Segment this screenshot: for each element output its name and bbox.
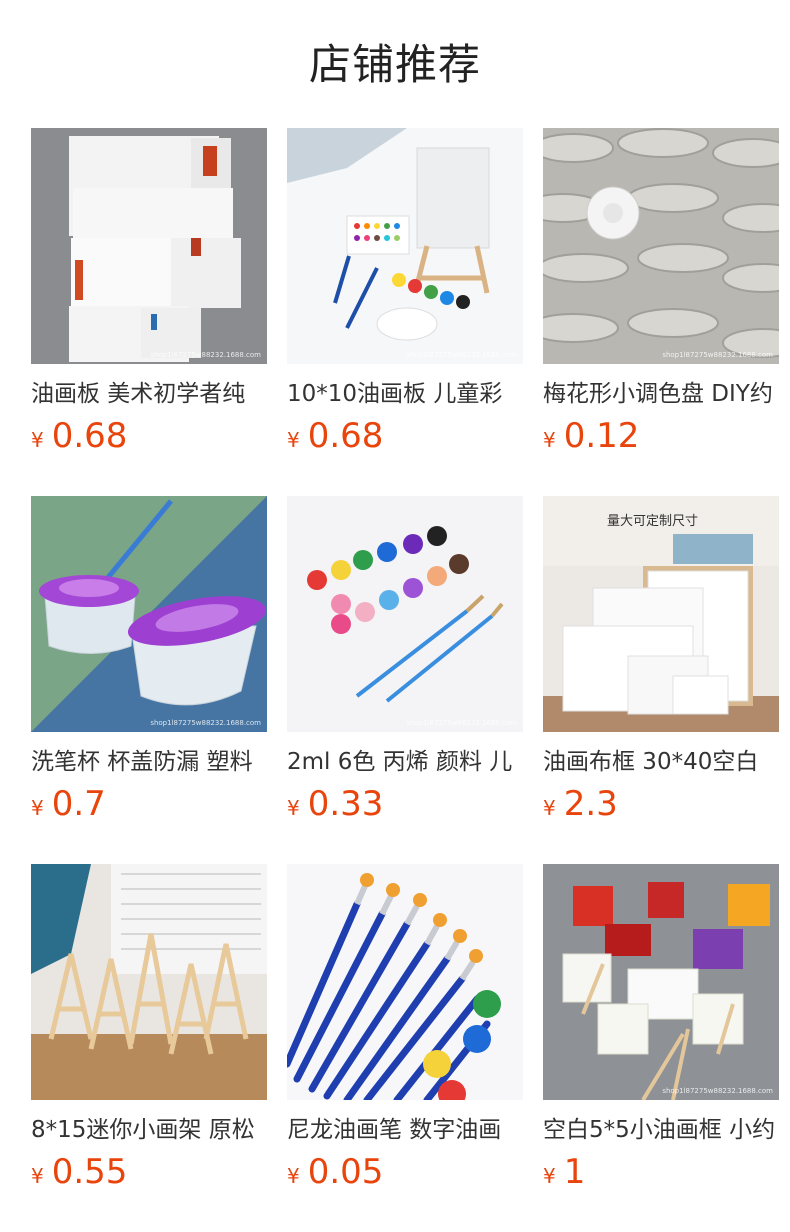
currency-symbol: ¥: [287, 1164, 300, 1188]
image-overlay-text: 量大可定制尺寸: [607, 514, 699, 529]
currency-symbol: ¥: [543, 428, 556, 452]
product-name[interactable]: 空白5*5小油画框 小约: [543, 1114, 779, 1146]
canvas-boards-photo[interactable]: shop1l87275w88232.1688.com: [31, 128, 267, 364]
product-name[interactable]: 10*10油画板 儿童彩: [287, 378, 523, 410]
product-price: ¥0.12: [543, 416, 779, 456]
currency-symbol: ¥: [287, 428, 300, 452]
watermark: shop1l87275w88232.1688.com: [150, 719, 261, 727]
price-value: 0.05: [307, 1152, 384, 1192]
product-name[interactable]: 2ml 6色 丙烯 颜料 儿: [287, 746, 523, 778]
product-price: ¥0.68: [31, 416, 267, 456]
product-name[interactable]: 油画板 美术初学者纯: [31, 378, 267, 410]
product-card[interactable]: shop1l87275w88232.1688.com 洗笔杯 杯盖防漏 塑料 ¥…: [31, 496, 267, 864]
watermark: shop1l87275w88232.1688.com: [662, 351, 773, 359]
watermark: shop1l87275w88232.1688.com: [150, 351, 261, 359]
product-price: ¥2.3: [543, 784, 779, 824]
price-value: 1: [563, 1152, 586, 1192]
product-name[interactable]: 8*15迷你小画架 原松: [31, 1114, 267, 1146]
product-card[interactable]: shop1l87275w88232.1688.com 2ml 6色 丙烯 颜料 …: [287, 496, 523, 864]
product-price: ¥0.7: [31, 784, 267, 824]
palette-stack-photo[interactable]: shop1l87275w88232.1688.com: [543, 128, 779, 364]
product-name[interactable]: 油画布框 30*40空白: [543, 746, 779, 778]
currency-symbol: ¥: [31, 1164, 44, 1188]
product-card[interactable]: 8*15迷你小画架 原松 ¥0.55: [31, 864, 267, 1232]
paint-pots-photo[interactable]: shop1l87275w88232.1688.com: [287, 496, 523, 732]
product-card[interactable]: shop1l87275w88232.1688.com 空白5*5小油画框 小约 …: [543, 864, 779, 1232]
product-price: ¥0.05: [287, 1152, 523, 1192]
mini-canvas-easels-photo[interactable]: shop1l87275w88232.1688.com: [543, 864, 779, 1100]
product-card[interactable]: shop1l87275w88232.1688.com 油画板 美术初学者纯 ¥0…: [31, 128, 267, 496]
product-price: ¥1: [543, 1152, 779, 1192]
product-price: ¥0.68: [287, 416, 523, 456]
product-price: ¥0.33: [287, 784, 523, 824]
price-value: 0.33: [307, 784, 384, 824]
currency-symbol: ¥: [543, 1164, 556, 1188]
product-name[interactable]: 洗笔杯 杯盖防漏 塑料: [31, 746, 267, 778]
currency-symbol: ¥: [31, 796, 44, 820]
product-name[interactable]: 梅花形小调色盘 DIY约: [543, 378, 779, 410]
price-value: 0.55: [51, 1152, 128, 1192]
mini-canvas-kit-photo[interactable]: shop1l87275w88232.1688.com: [287, 128, 523, 364]
page-title: 店铺推荐: [308, 40, 481, 89]
product-card[interactable]: shop1l87275w88232.1688.com 梅花形小调色盘 DIY约 …: [543, 128, 779, 496]
currency-symbol: ¥: [543, 796, 556, 820]
watermark: shop1l87275w88232.1688.com: [406, 351, 517, 359]
canvas-frames-photo[interactable]: 量大可定制尺寸: [543, 496, 779, 732]
product-name[interactable]: 尼龙油画笔 数字油画: [287, 1114, 523, 1146]
product-card[interactable]: 量大可定制尺寸 油画布框 30*40空白 ¥2.3: [543, 496, 779, 864]
price-value: 0.68: [307, 416, 384, 456]
brush-wash-cup-photo[interactable]: shop1l87275w88232.1688.com: [31, 496, 267, 732]
price-value: 0.12: [563, 416, 640, 456]
watermark: shop1l87275w88232.1688.com: [406, 719, 517, 727]
currency-symbol: ¥: [287, 796, 300, 820]
price-value: 2.3: [563, 784, 618, 824]
product-card[interactable]: shop1l87275w88232.1688.com 10*10油画板 儿童彩 …: [287, 128, 523, 496]
currency-symbol: ¥: [31, 428, 44, 452]
price-value: 0.7: [51, 784, 106, 824]
mini-easels-photo[interactable]: [31, 864, 267, 1100]
watermark: shop1l87275w88232.1688.com: [662, 1087, 773, 1095]
product-grid: shop1l87275w88232.1688.com 油画板 美术初学者纯 ¥0…: [31, 128, 779, 1232]
price-value: 0.68: [51, 416, 128, 456]
product-price: ¥0.55: [31, 1152, 267, 1192]
nylon-brushes-photo[interactable]: [287, 864, 523, 1100]
product-card[interactable]: 尼龙油画笔 数字油画 ¥0.05: [287, 864, 523, 1232]
